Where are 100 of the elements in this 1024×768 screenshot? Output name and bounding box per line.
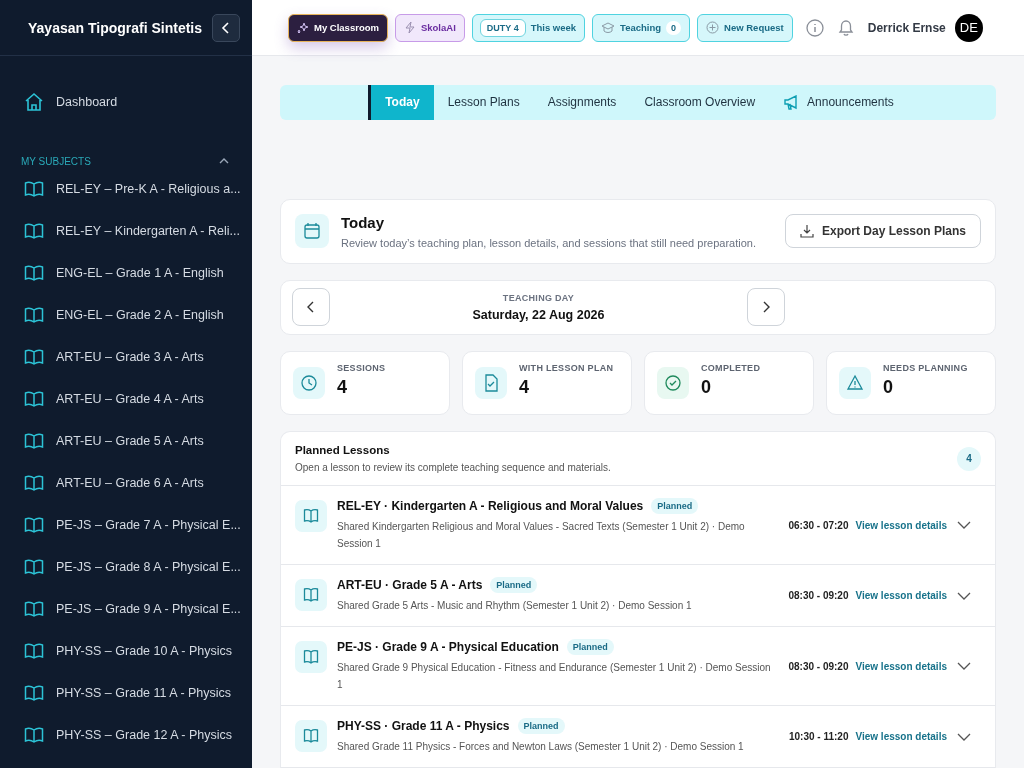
tab[interactable]: Lesson Plans	[433, 85, 534, 120]
lesson-time: 06:30 - 07:20	[788, 519, 849, 531]
lesson-detail: Shared Grade 5 Arts - Music and Rhythm (Semester 1 Unit 2) · Demo Session 1	[337, 599, 693, 613]
lesson-title: ART-EU · Grade 5 A - Arts	[337, 578, 483, 592]
subject-link[interactable]: ART-EU – Grade 5 A - Arts	[0, 420, 252, 462]
chevron-down-icon[interactable]	[957, 731, 971, 742]
duty-tag: DUTY 4	[479, 18, 526, 37]
lesson-time: 08:30 - 09:20	[788, 590, 849, 601]
subject-link[interactable]: ART-EU – Grade 3 A - Arts	[0, 336, 252, 378]
stat-label: COMPLETED	[701, 362, 761, 373]
book-icon	[24, 348, 44, 366]
book-icon	[24, 516, 44, 534]
subject-link[interactable]: ART-EU – Grade 6 A - Arts	[0, 462, 252, 504]
panel-description: Open a lesson to review its complete teaching sequence and materials.	[295, 462, 612, 473]
lesson-detail: Shared Grade 11 Physics - Forces and Newton Laws (Semester 1 Unit 2) · Demo Session 1	[337, 740, 745, 754]
user-avatar[interactable]: DE	[954, 13, 983, 42]
lesson-title: PE-JS · Grade 9 A - Physical Education	[337, 640, 559, 654]
export-button[interactable]: Export Day Lesson Plans	[784, 214, 981, 249]
panel-title: Planned Lessons	[295, 444, 391, 456]
lesson-detail: Shared Grade 9 Physical Education - Fitness and Endurance (Semester 1 Unit 2) · Demo Session 1	[337, 661, 772, 692]
stat-value: 4	[519, 376, 530, 398]
book-icon	[24, 390, 44, 408]
lesson-count-badge: 4	[957, 446, 981, 471]
stat-label: SESSIONS	[337, 362, 386, 373]
calendar-icon	[295, 214, 329, 249]
document-check-icon	[475, 367, 507, 399]
subject-link[interactable]: ENG-EL – Grade 1 A - English	[0, 252, 252, 294]
subject-link[interactable]: PHY-SS – Grade 11 A - Physics	[0, 672, 252, 714]
chevron-down-icon[interactable]	[957, 590, 971, 601]
section-label: MY SUBJECTS	[21, 155, 91, 167]
chevron-down-icon[interactable]	[957, 661, 971, 671]
subject-link[interactable]: REL-EY – Pre-K A - Religious a...	[0, 168, 252, 210]
status-badge: Planned	[566, 639, 614, 655]
sparkle-icon	[297, 21, 309, 34]
book-icon	[295, 720, 327, 752]
clock-icon	[293, 367, 325, 399]
book-icon	[24, 264, 44, 282]
download-icon	[799, 224, 814, 239]
book-icon	[24, 432, 44, 450]
page-description: Review today’s teaching plan, lesson details, and sessions that still need preparation.	[341, 236, 757, 249]
tab[interactable]: Announcements	[769, 85, 908, 120]
book-icon	[295, 500, 327, 532]
book-icon	[24, 642, 44, 660]
status-badge: Planned	[651, 498, 699, 514]
lesson-detail: Shared Kindergarten Religious and Moral Values - Sacred Texts (Semester 1 Unit 2) · Demo Session 1	[337, 520, 746, 551]
tab[interactable]: Classroom Overview	[630, 85, 770, 120]
warning-icon	[839, 367, 871, 399]
lesson-title: PHY-SS · Grade 11 A - Physics	[337, 719, 510, 733]
lesson-title: REL-EY · Kindergarten A - Religious and Moral Values	[337, 499, 644, 513]
book-icon	[24, 600, 44, 618]
teaching-button[interactable]: Teaching 0	[592, 13, 691, 42]
view-details-link[interactable]: View lesson details	[855, 660, 947, 672]
page-title: Today	[341, 213, 386, 231]
lesson-time: 10:30 - 11:20	[788, 731, 849, 742]
count-badge: 0	[666, 20, 682, 35]
book-icon	[24, 180, 44, 198]
lightning-icon	[403, 21, 416, 34]
book-icon	[24, 558, 44, 576]
info-icon[interactable]	[805, 18, 824, 37]
status-badge: Planned	[490, 577, 538, 593]
subject-link[interactable]: PE-JS – Grade 8 A - Physical E...	[0, 546, 252, 588]
book-icon	[295, 579, 327, 611]
user-name: Derrick Ernse	[867, 20, 946, 35]
view-details-link[interactable]: View lesson details	[855, 590, 947, 601]
plus-circle-icon	[706, 21, 720, 34]
home-icon	[24, 92, 44, 112]
ai-button[interactable]: SkolaAI	[394, 13, 465, 42]
dashboard-link[interactable]: Dashboard	[0, 92, 252, 112]
stat-value: 0	[883, 376, 894, 398]
book-icon	[24, 684, 44, 702]
status-badge: Planned	[517, 718, 565, 734]
lesson-time: 08:30 - 09:20	[788, 660, 849, 672]
tab[interactable]: Assignments	[533, 85, 631, 120]
graduation-cap-icon	[601, 21, 616, 34]
subject-link[interactable]: ENG-EL – Grade 2 A - English	[0, 294, 252, 336]
day-label: TEACHING DAY	[502, 292, 575, 303]
stat-label: WITH LESSON PLAN	[519, 362, 614, 373]
subject-link[interactable]: PE-JS – Grade 7 A - Physical E...	[0, 504, 252, 546]
stat-value: 0	[701, 376, 712, 398]
book-icon	[24, 222, 44, 240]
duty-button[interactable]: DUTY 4 This week	[471, 13, 586, 42]
subject-link[interactable]: REL-EY – Kindergarten A - Reli...	[0, 210, 252, 252]
day-date: Saturday, 22 Aug 2026	[472, 307, 605, 322]
subject-link[interactable]: ART-EU – Grade 4 A - Arts	[0, 378, 252, 420]
subject-link[interactable]: PE-JS – Grade 9 A - Physical E...	[0, 588, 252, 630]
notification-bell-icon[interactable]	[836, 18, 855, 37]
stat-label: NEEDS PLANNING	[883, 362, 968, 373]
book-icon	[295, 641, 327, 673]
subject-link[interactable]: PHY-SS – Grade 12 A - Physics	[0, 714, 252, 756]
book-icon	[24, 726, 44, 744]
chevron-down-icon[interactable]	[957, 520, 971, 530]
classroom-button[interactable]: My Classroom	[288, 13, 388, 42]
view-details-link[interactable]: View lesson details	[855, 731, 947, 742]
subject-link[interactable]: PHY-SS – Grade 10 A - Physics	[0, 630, 252, 672]
view-details-link[interactable]: View lesson details	[855, 519, 947, 531]
request-button[interactable]: New Request	[697, 13, 793, 42]
brand-name: Yayasan Tipografi Sintetis	[28, 19, 203, 36]
collapse-button[interactable]	[212, 13, 240, 42]
book-icon	[24, 306, 44, 324]
book-icon	[24, 474, 44, 492]
